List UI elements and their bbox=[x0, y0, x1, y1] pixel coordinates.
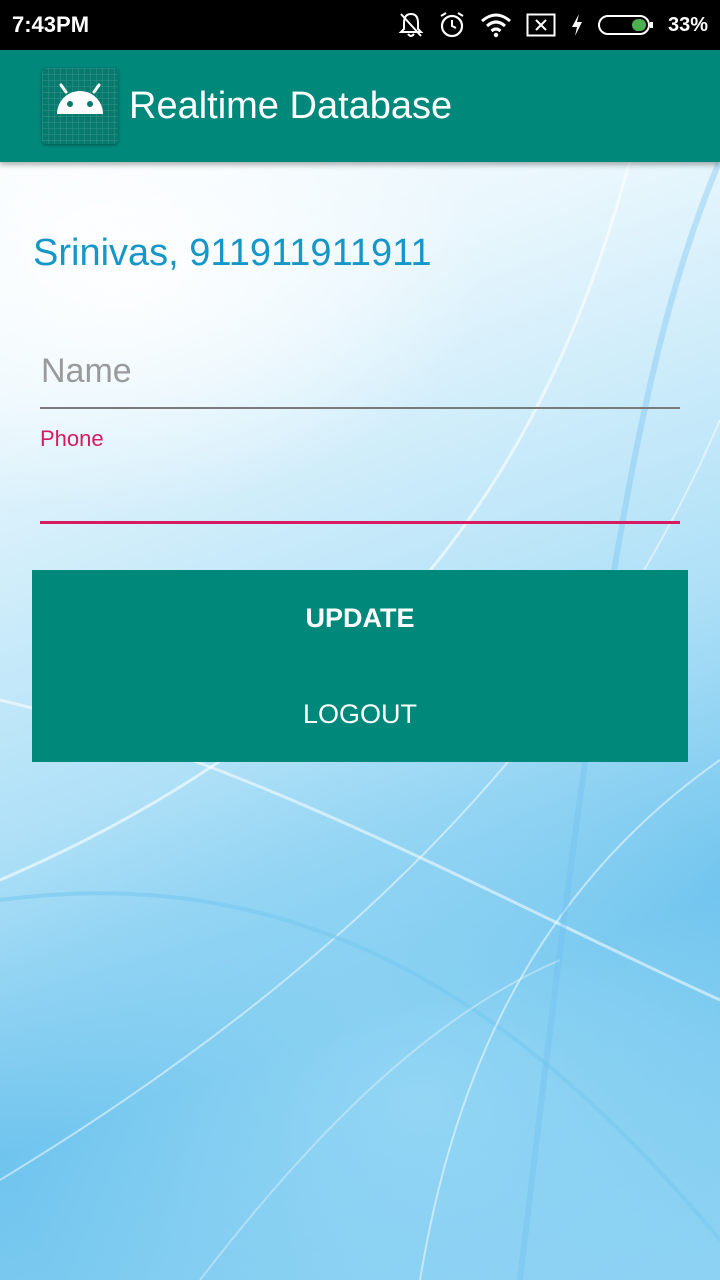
alarm-icon bbox=[438, 11, 466, 39]
no-sim-icon bbox=[526, 13, 556, 37]
phone-label: Phone bbox=[40, 426, 104, 451]
status-icons: 33% bbox=[398, 11, 708, 39]
android-icon bbox=[42, 68, 118, 144]
bell-off-icon bbox=[398, 11, 424, 39]
logout-button[interactable]: LOGOUT bbox=[32, 666, 688, 762]
status-time: 7:43PM bbox=[12, 12, 90, 37]
charging-icon bbox=[570, 13, 584, 37]
status-bar: 7:43PM 33% bbox=[0, 0, 720, 50]
phone-input[interactable] bbox=[40, 470, 680, 518]
phone-field bbox=[40, 470, 680, 524]
name-field bbox=[40, 352, 680, 409]
app-title: Realtime Database bbox=[129, 84, 453, 127]
battery-percent: 33% bbox=[667, 13, 708, 36]
name-input[interactable] bbox=[40, 352, 680, 391]
update-button[interactable]: UPDATE bbox=[32, 570, 688, 666]
app-bar: Realtime Database bbox=[0, 50, 720, 162]
battery-icon bbox=[597, 14, 654, 36]
user-info-text: Srinivas, 911911911911 bbox=[33, 232, 432, 274]
button-panel: UPDATE LOGOUT bbox=[32, 570, 688, 762]
wifi-icon bbox=[480, 12, 512, 38]
